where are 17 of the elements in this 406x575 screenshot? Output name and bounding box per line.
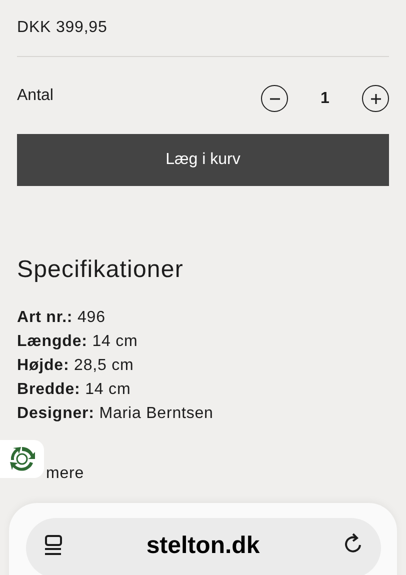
spec-line: Designer: Maria Berntsen <box>17 404 214 424</box>
spec-line: Højde: 28,5 cm <box>17 356 135 376</box>
address-bar[interactable]: stelton.dk <box>26 518 380 575</box>
increase-button[interactable] <box>362 85 389 112</box>
price: DKK 399,95 <box>17 18 108 38</box>
spec-line: Længde: 14 cm <box>17 332 139 352</box>
recycle-badge[interactable] <box>0 440 44 478</box>
decrease-button[interactable] <box>261 85 288 112</box>
url-text: stelton.dk <box>146 532 260 560</box>
spec-line: Bredde: 14 cm <box>17 380 132 400</box>
show-more-link[interactable]: mere <box>46 465 84 482</box>
spec-line: Art nr.: 496 <box>17 308 106 328</box>
plus-icon <box>370 92 382 104</box>
add-to-cart-button[interactable]: Læg i kurv <box>17 134 389 186</box>
quantity-value: 1 <box>320 88 330 108</box>
quantity-label: Antal <box>17 86 54 106</box>
section-heading: Specifikationer <box>17 255 184 285</box>
